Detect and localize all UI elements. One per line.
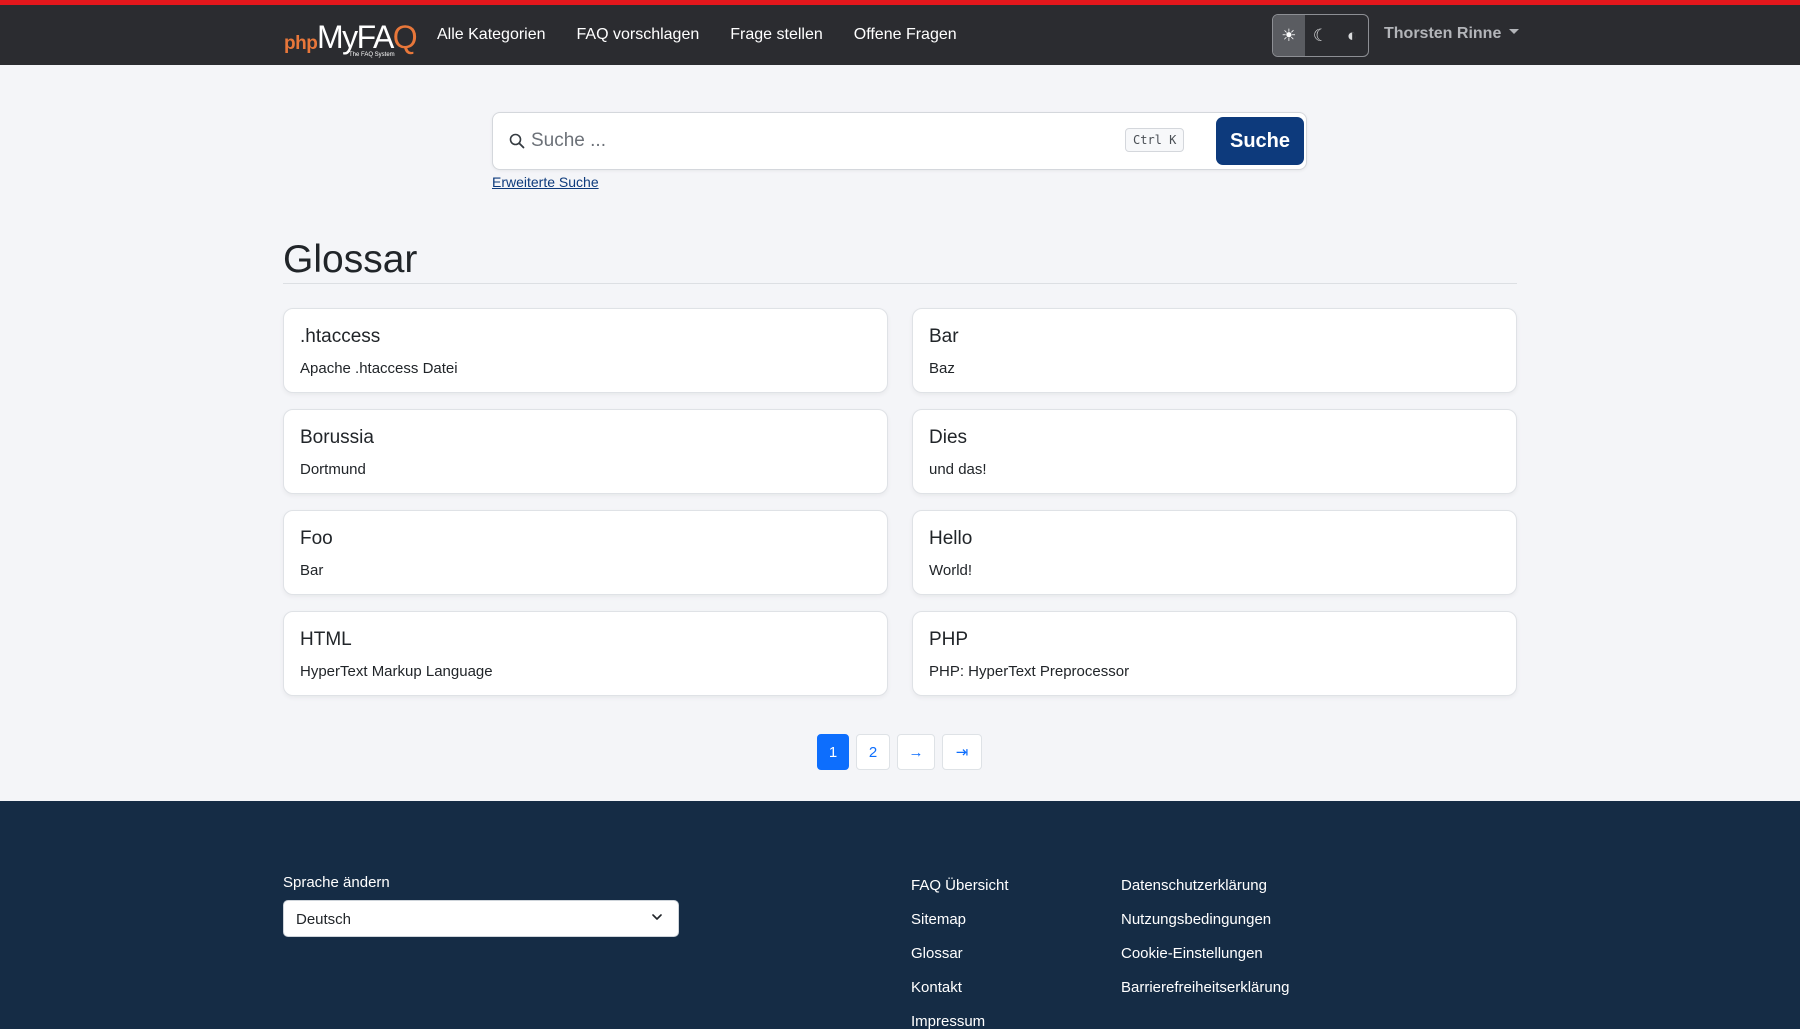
glossary-definition: PHP: HyperText Preprocessor [929,663,1130,680]
language-select[interactable]: Deutsch [283,900,679,937]
title-divider [283,283,1517,284]
glossary-definition: Bar [300,562,324,579]
glossary-definition: Baz [929,360,955,377]
glossary-definition: World! [929,562,973,579]
footer-link-imprint[interactable]: Impressum [911,1013,985,1029]
nav-open-questions[interactable]: Offene Fragen [854,26,957,44]
main-nav: Alle Kategorien FAQ vorschlagen Frage st… [437,26,988,44]
nav-suggest-faq[interactable]: FAQ vorschlagen [577,26,700,44]
sun-icon[interactable]: ☀ [1273,15,1305,56]
language-selected-value: Deutsch [296,911,352,928]
theme-switcher: ☀ ☾ ◐ [1272,14,1369,57]
search-input[interactable] [531,121,1091,161]
moon-icon[interactable]: ☾ [1305,15,1337,56]
footer-link-privacy[interactable]: Datenschutzerklärung [1121,877,1267,894]
glossary-definition: HyperText Markup Language [300,663,493,680]
glossary-term: Borussia [300,427,374,448]
footer: Sprache ändern Deutsch FAQ Übersicht Sit… [0,801,1800,1029]
arrow-right-icon[interactable]: → [897,734,935,770]
glossary-term: Dies [929,427,968,448]
pagination-page-1[interactable]: 1 [817,734,849,770]
page-title: Glossar [283,238,418,281]
footer-link-contact[interactable]: Kontakt [911,979,962,996]
navbar: php MyFAQ The FAQ System Alle Kategorien… [0,5,1800,65]
user-menu-dropdown[interactable]: Thorsten Rinne [1384,25,1520,43]
glossary-definition: Apache .htaccess Datei [300,360,458,377]
keyboard-shortcut-badge: Ctrl K [1125,128,1185,152]
footer-link-sitemap[interactable]: Sitemap [911,911,966,928]
nav-all-categories[interactable]: Alle Kategorien [437,26,546,44]
phpmyfaq-logo[interactable]: php MyFAQ The FAQ System [284,19,418,59]
glossary-definition: Dortmund [300,461,366,478]
glossary-term: HTML [300,629,352,650]
user-name: Thorsten Rinne [1384,25,1502,42]
glossary-card: Borussia Dortmund [283,409,888,494]
logo-myfaq-text: MyFAQ [317,19,418,55]
caret-down-icon [1509,29,1520,35]
language-label: Sprache ändern [283,874,390,891]
footer-link-glossary[interactable]: Glossar [911,945,963,962]
glossary-term: Bar [929,326,959,347]
glossary-definition: und das! [929,461,987,478]
footer-link-faq-overview[interactable]: FAQ Übersicht [911,877,1009,894]
glossary-card: Foo Bar [283,510,888,595]
glossary-card: Bar Baz [912,308,1517,393]
search-bar: Ctrl K Suche [492,112,1307,170]
glossary-card: .htaccess Apache .htaccess Datei [283,308,888,393]
logo-php-text: php [284,33,318,54]
glossary-card: Dies und das! [912,409,1517,494]
glossary-card: Hello World! [912,510,1517,595]
pagination-page-2[interactable]: 2 [856,734,890,770]
contrast-icon[interactable]: ◐ [1336,15,1368,56]
last-page-icon[interactable]: ⇥ [942,734,982,770]
glossary-card: HTML HyperText Markup Language [283,611,888,696]
footer-link-cookie-settings[interactable]: Cookie-Einstellungen [1121,945,1263,962]
glossary-card: PHP PHP: HyperText Preprocessor [912,611,1517,696]
glossary-term: Foo [300,528,333,549]
footer-link-accessibility[interactable]: Barrierefreiheitserklärung [1121,979,1289,996]
logo-tagline: The FAQ System [349,52,395,58]
footer-link-terms[interactable]: Nutzungsbedingungen [1121,911,1271,928]
glossary-term: .htaccess [300,326,381,347]
advanced-search-link[interactable]: Erweiterte Suche [492,174,599,190]
glossary-term: PHP [929,629,969,650]
glossary-term: Hello [929,528,973,549]
search-button[interactable]: Suche [1216,117,1304,165]
search-icon [509,133,525,149]
nav-ask-question[interactable]: Frage stellen [730,26,823,44]
chevron-down-icon [652,914,662,920]
